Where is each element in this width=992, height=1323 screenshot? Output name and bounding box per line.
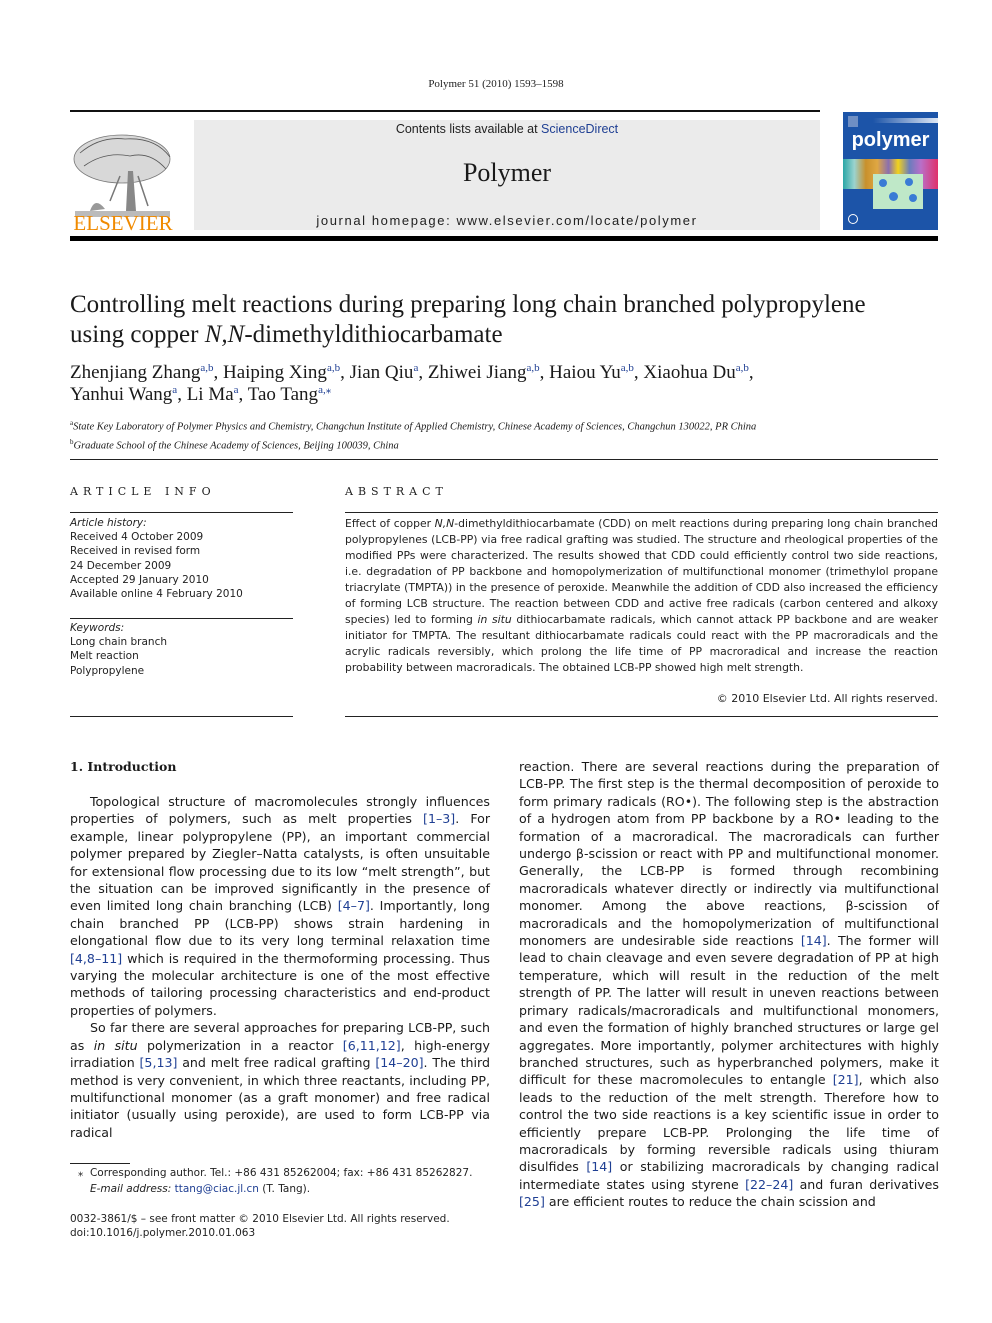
cover-society-logo-icon (848, 214, 858, 224)
keywords: Keywords: Long chain branch Melt reactio… (70, 621, 293, 678)
cover-inset-figure (873, 174, 923, 209)
author[interactable]: Haiou Yua,b (549, 362, 634, 383)
author-list: Zhenjiang Zhanga,b, Haiping Xinga,b, Jia… (70, 362, 754, 405)
author[interactable]: Zhenjiang Zhanga,b (70, 362, 213, 383)
section-heading-introduction: 1. Introduction (70, 759, 177, 774)
article-history: Article history: Received 4 October 2009… (70, 516, 293, 601)
keyword: Long chain branch (70, 636, 168, 649)
abstract-copyright: © 2010 Elsevier Ltd. All rights reserved… (716, 692, 938, 705)
corresponding-author-footnote: ⁎ Corresponding author. Tel.: +86 431 85… (78, 1167, 473, 1195)
header-divider (70, 459, 938, 460)
citation-link[interactable]: [1–3] (423, 811, 455, 826)
title-line-2: using copper N,N-dimethyldithiocarbamate (70, 321, 503, 348)
author[interactable]: Haiping Xinga,b (223, 362, 340, 383)
citation-link[interactable]: [14] (586, 1159, 612, 1174)
contents-prefix: Contents lists available at (395, 122, 542, 136)
running-head: Polymer 51 (2010) 1593–1598 (428, 78, 564, 90)
cover-publisher-badge-icon (848, 116, 858, 127)
author[interactable]: Xiaohua Dua,b (643, 362, 748, 383)
citation-link[interactable]: [14] (801, 933, 827, 948)
article-title: Controlling melt reactions during prepar… (70, 290, 950, 350)
author[interactable]: Zhiwei Jianga,b (428, 362, 540, 383)
abstract-body: Effect of copper N,N-dimethyldithiocarba… (345, 517, 938, 674)
keyword: Polypropylene (70, 664, 145, 677)
citation-link[interactable]: [4–7] (338, 898, 370, 913)
journal-homepage-link[interactable]: journal homepage: www.elsevier.com/locat… (194, 213, 820, 228)
paragraph: reaction. There are several reactions du… (519, 759, 939, 1210)
citation-link[interactable]: [22–24] (745, 1177, 793, 1192)
email-link[interactable]: ttang@ciac.jl.cn (175, 1183, 259, 1195)
paragraph: Topological structure of macromolecules … (70, 794, 490, 1018)
cover-title: polymer (851, 129, 930, 151)
citation-link[interactable]: [6,11,12] (343, 1038, 401, 1053)
contents-line: Contents lists available at ScienceDirec… (194, 122, 820, 136)
author-corresponding[interactable]: Tao Tanga,⁎ (248, 384, 331, 405)
history-item: Accepted 29 January 2010 (70, 573, 209, 586)
author[interactable]: Jian Qiua (350, 362, 419, 383)
author[interactable]: Li Maa (187, 384, 239, 405)
article-info-heading: ARTICLE INFO (70, 485, 216, 498)
history-heading: Article history: (70, 517, 147, 529)
issn-line: 0032-3861/$ – see front matter © 2010 El… (70, 1213, 450, 1225)
divider (70, 716, 293, 717)
affiliation-a: aState Key Laboratory of Polymer Physics… (70, 419, 757, 433)
body-column-left: Topological structure of macromolecules … (70, 793, 490, 1141)
masthead-bottom-rule (70, 236, 938, 241)
sciencedirect-link[interactable]: ScienceDirect (541, 122, 618, 136)
journal-banner: Contents lists available at ScienceDirec… (194, 120, 820, 230)
divider (345, 512, 938, 513)
divider (70, 618, 293, 619)
journal-name: Polymer (462, 158, 552, 187)
elsevier-wordmark[interactable]: ELSEVIER (68, 211, 178, 236)
doi-link[interactable]: doi:10.1016/j.polymer.2010.01.063 (70, 1226, 510, 1240)
paragraph: So far there are several approaches for … (70, 1020, 491, 1140)
citation-link[interactable]: [4,8–11] (70, 951, 122, 966)
affiliations: aState Key Laboratory of Polymer Physics… (70, 416, 950, 453)
title-line-1: Controlling melt reactions during prepar… (70, 291, 866, 318)
author[interactable]: Yanhui Wanga (70, 384, 177, 405)
citation-link[interactable]: [21] (833, 1072, 859, 1087)
history-item: 24 December 2009 (70, 559, 172, 572)
journal-cover-thumbnail[interactable]: polymer (843, 112, 938, 230)
cover-top-stripe (873, 118, 938, 123)
masthead-top-rule (70, 110, 820, 112)
affiliation-b: bGraduate School of the Chinese Academy … (70, 437, 399, 452)
keyword: Melt reaction (70, 650, 139, 663)
issn-doi-block: 0032-3861/$ – see front matter © 2010 El… (70, 1212, 510, 1240)
history-item: Available online 4 February 2010 (70, 588, 243, 601)
history-item: Received 4 October 2009 (70, 531, 204, 544)
citation-link[interactable]: [14–20] (375, 1055, 423, 1070)
citation-link[interactable]: [25] (519, 1194, 545, 1209)
history-item: Received in revised form (70, 545, 201, 558)
keywords-heading: Keywords: (70, 622, 125, 634)
divider (345, 716, 938, 717)
divider (70, 512, 293, 513)
body-column-right: reaction. There are several reactions du… (519, 758, 939, 1211)
footnote-divider (70, 1163, 130, 1164)
abstract-heading: ABSTRACT (345, 485, 448, 498)
citation-link[interactable]: [5,13] (140, 1055, 178, 1070)
